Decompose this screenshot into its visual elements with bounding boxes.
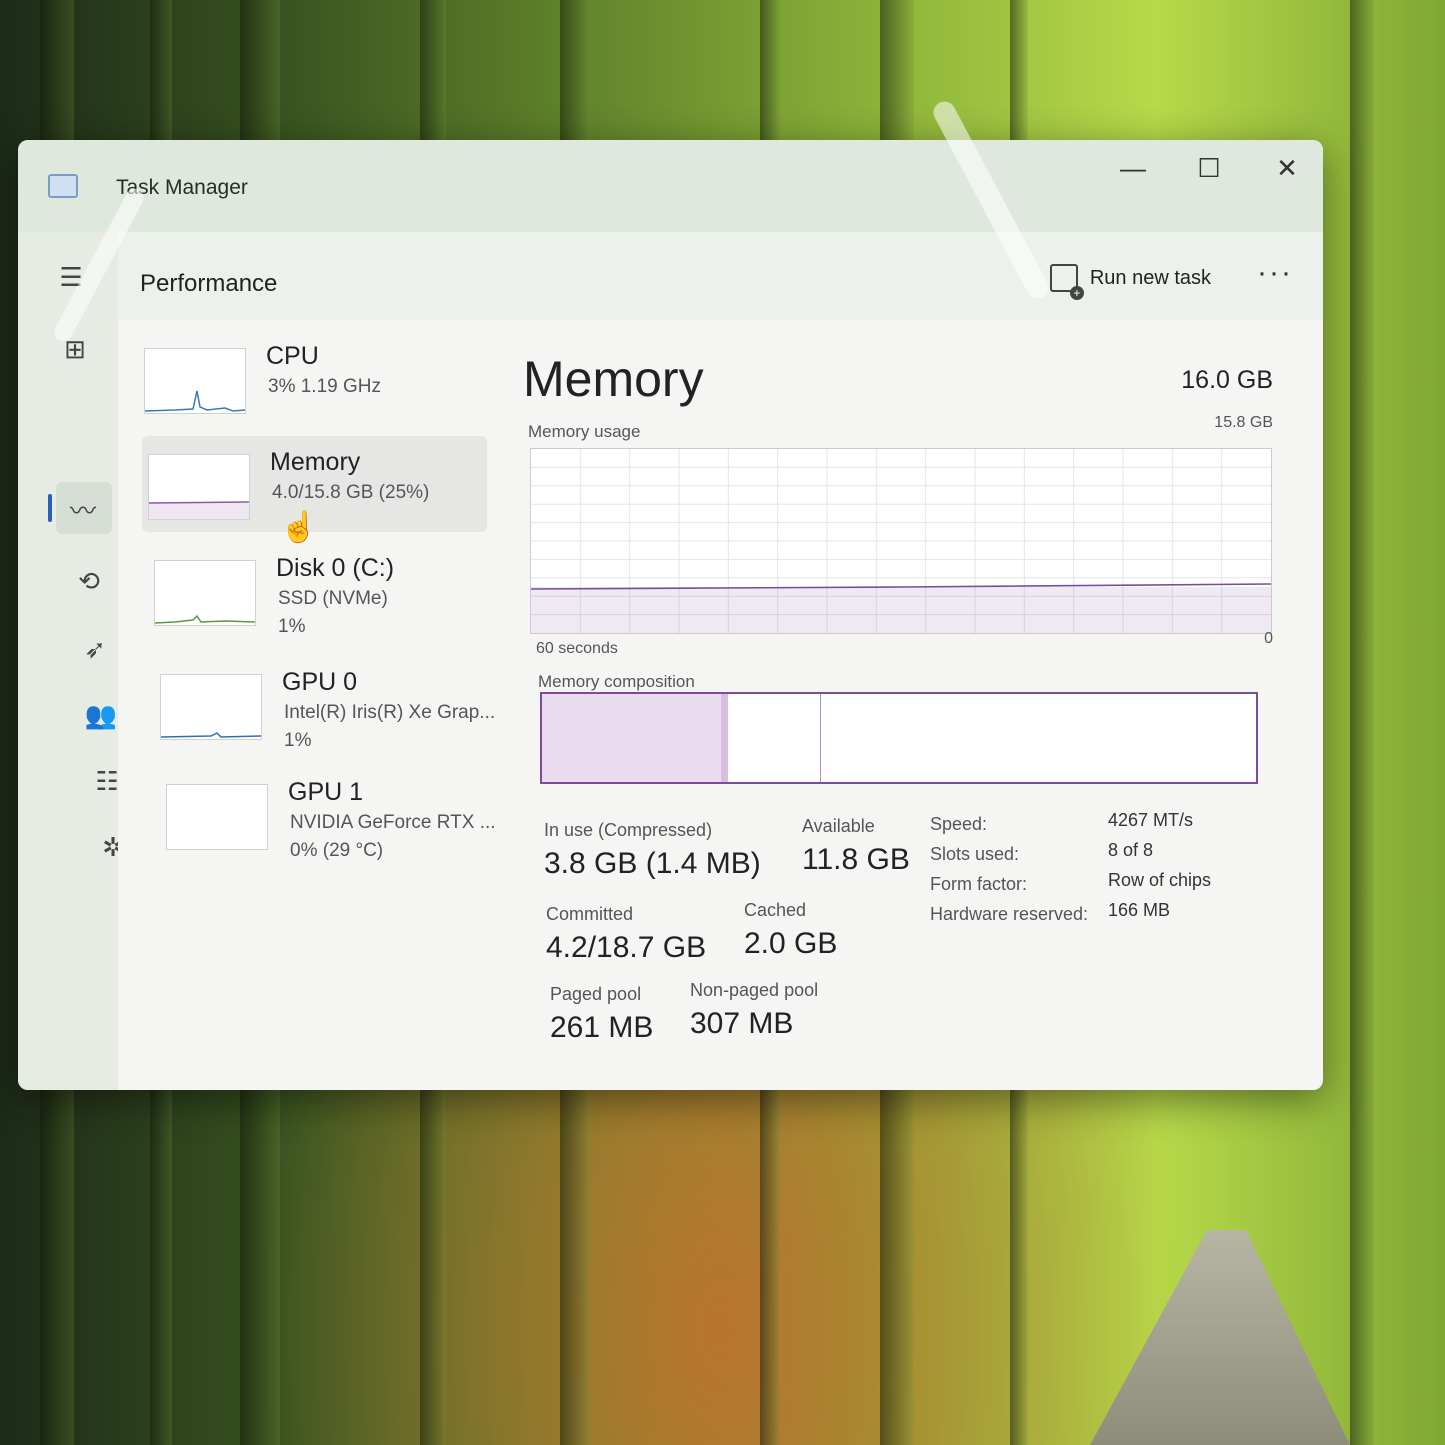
hand-pointer-icon: ☝ [280, 511, 318, 544]
run-new-task-button[interactable]: Run new task [1049, 264, 1211, 300]
stat-committed-label: Committed [546, 904, 634, 924]
spec-form-factor-label: Form factor: [930, 874, 1028, 894]
composition-standby [728, 694, 822, 782]
spec-hardware-reserved-label: Hardware reserved: [930, 904, 1089, 924]
memory-usage-area [531, 587, 1271, 633]
app-history-icon[interactable]: ⟲ [70, 562, 108, 600]
device-stat: 4.0/15.8 GB (25%) [272, 482, 430, 503]
device-name: Disk 0 (C:) [276, 554, 395, 582]
stat-cached-value: 2.0 GB [744, 927, 838, 960]
device-stat-2: 1% [284, 730, 312, 751]
device-stat-2: 0% (29 °C) [290, 840, 384, 861]
users-icon[interactable]: 👥 [82, 696, 120, 734]
device-name: GPU 1 [288, 778, 364, 806]
stat-available: Available 11.8 GB [802, 816, 910, 877]
stat-paged-pool: Paged pool 261 MB [550, 984, 653, 1045]
task-manager-window: Task Manager — ☐ ✕ ☰ ⊞ 〰 ⟲ ➶ 👥 ☷ ✲ ⚙ Per… [18, 140, 1323, 1090]
run-new-task-label: Run new task [1089, 266, 1211, 289]
stat-cached: Cached 2.0 GB [744, 900, 837, 961]
graph-zero-label: 0 [1264, 630, 1273, 647]
maximize-button[interactable]: ☐ [1174, 146, 1244, 190]
cpu-thumbnail [144, 348, 246, 414]
device-stat: NVIDIA GeForce RTX ... [290, 812, 496, 833]
memory-composition-label: Memory composition [538, 672, 695, 691]
performance-content: CPU 3% 1.19 GHz Memory 4.0/15.8 GB (25%)… [118, 320, 1323, 1090]
device-gpu1[interactable]: GPU 1 NVIDIA GeForce RTX ... 0% (29 °C) [160, 766, 505, 862]
spec-speed-value: 4267 MT/s [1108, 810, 1194, 830]
spec-slots-value: 8 of 8 [1108, 840, 1154, 860]
gpu0-thumbnail [160, 674, 262, 740]
navigation-rail: ☰ ⊞ 〰 ⟲ ➶ 👥 ☷ ✲ ⚙ [18, 232, 151, 1090]
memory-usage-label: Memory usage [528, 422, 641, 441]
disk-thumbnail [154, 560, 256, 626]
stat-non-paged-pool: Non-paged pool 307 MB [690, 980, 818, 1041]
close-button[interactable]: ✕ [1252, 146, 1322, 190]
disk-mini-graph [154, 614, 256, 624]
memory-mini-graph [148, 501, 250, 519]
stat-in-use: In use (Compressed) 3.8 GB (1.4 MB) [544, 820, 761, 881]
performance-icon[interactable]: 〰 [64, 490, 102, 528]
stat-available-label: Available [802, 816, 875, 836]
composition-in-use [542, 694, 722, 782]
stat-in-use-label: In use (Compressed) [544, 820, 713, 840]
memory-usage-max: 15.8 GB [1214, 414, 1273, 431]
stat-in-use-value: 3.8 GB (1.4 MB) [544, 847, 761, 880]
page-title: Performance [140, 270, 278, 297]
stat-committed: Committed 4.2/18.7 GB [546, 904, 706, 965]
device-disk[interactable]: Disk 0 (C:) SSD (NVMe) 1% [148, 542, 493, 638]
stat-non-paged-pool-label: Non-paged pool [690, 980, 819, 1000]
memory-total: 16.0 GB [1181, 366, 1273, 394]
device-stat: 3% 1.19 GHz [268, 376, 381, 397]
startup-apps-icon[interactable]: ➶ [76, 630, 114, 668]
spec-speed-label: Speed: [930, 814, 988, 834]
more-options-button[interactable]: ··· [1257, 256, 1293, 290]
device-name: GPU 0 [282, 668, 358, 696]
stat-non-paged-pool-value: 307 MB [690, 1007, 794, 1040]
device-cpu[interactable]: CPU 3% 1.19 GHz [138, 330, 483, 426]
minimize-button[interactable]: — [1098, 146, 1168, 190]
memory-heading: Memory [523, 351, 704, 407]
page-header: Performance Run new task ··· [118, 232, 1323, 321]
title-bar[interactable]: Task Manager — ☐ ✕ [18, 140, 1323, 232]
composition-modified [720, 694, 728, 782]
gpu0-mini-graph [160, 732, 262, 738]
memory-composition-bar [540, 692, 1258, 784]
device-stat-2: 1% [278, 616, 306, 637]
spec-form-factor-value: Row of chips [1108, 870, 1212, 890]
graph-time-label: 60 seconds [536, 640, 618, 657]
gpu1-thumbnail [166, 784, 268, 850]
device-gpu0[interactable]: GPU 0 Intel(R) Iris(R) Xe Grap... 1% [154, 656, 499, 752]
cpu-mini-graph [144, 390, 246, 412]
device-name: Memory [270, 448, 361, 476]
device-stat: Intel(R) Iris(R) Xe Grap... [284, 702, 496, 723]
stat-committed-value: 4.2/18.7 GB [546, 931, 707, 964]
device-stat: SSD (NVMe) [278, 588, 388, 609]
run-new-task-icon [1049, 264, 1084, 300]
stat-cached-label: Cached [744, 900, 807, 920]
task-manager-app-icon [48, 174, 78, 198]
memory-usage-graph-svg [530, 449, 1272, 633]
stat-paged-pool-value: 261 MB [550, 1011, 654, 1044]
memory-thumbnail [148, 454, 250, 520]
spec-hardware-reserved-value: 166 MB [1108, 900, 1171, 920]
stat-available-value: 11.8 GB [802, 843, 910, 876]
nav-active-indicator [48, 494, 52, 522]
spec-slots-label: Slots used: [930, 844, 1020, 864]
device-name: CPU [266, 342, 319, 370]
memory-usage-graph [530, 448, 1272, 634]
stat-paged-pool-label: Paged pool [550, 984, 642, 1004]
